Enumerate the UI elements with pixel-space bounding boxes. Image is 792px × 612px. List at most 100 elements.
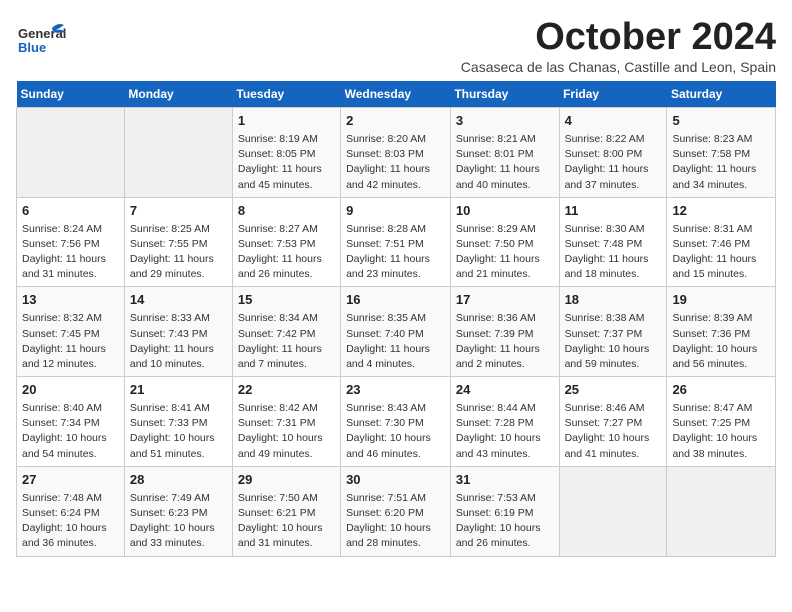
calendar-table: Sunday Monday Tuesday Wednesday Thursday… bbox=[16, 81, 776, 557]
sunset-info: Sunset: 6:21 PM bbox=[238, 506, 335, 521]
sunrise-info: Sunrise: 8:20 AM bbox=[346, 132, 445, 147]
calendar-cell bbox=[124, 108, 232, 198]
day-number: 23 bbox=[346, 381, 445, 400]
calendar-cell: 22Sunrise: 8:42 AMSunset: 7:31 PMDayligh… bbox=[232, 377, 340, 467]
sunrise-info: Sunrise: 8:46 AM bbox=[565, 401, 662, 416]
daylight-info: Daylight: 11 hours and 34 minutes. bbox=[672, 162, 770, 192]
sunrise-info: Sunrise: 8:39 AM bbox=[672, 311, 770, 326]
daylight-info: Daylight: 10 hours and 26 minutes. bbox=[456, 521, 554, 551]
calendar-cell: 17Sunrise: 8:36 AMSunset: 7:39 PMDayligh… bbox=[450, 287, 559, 377]
col-sunday: Sunday bbox=[17, 81, 125, 108]
col-wednesday: Wednesday bbox=[341, 81, 451, 108]
sunrise-info: Sunrise: 8:33 AM bbox=[130, 311, 227, 326]
col-thursday: Thursday bbox=[450, 81, 559, 108]
calendar-cell: 13Sunrise: 8:32 AMSunset: 7:45 PMDayligh… bbox=[17, 287, 125, 377]
day-number: 17 bbox=[456, 291, 554, 310]
calendar-cell bbox=[17, 108, 125, 198]
daylight-info: Daylight: 11 hours and 4 minutes. bbox=[346, 342, 445, 372]
sunset-info: Sunset: 7:53 PM bbox=[238, 237, 335, 252]
sunset-info: Sunset: 7:37 PM bbox=[565, 327, 662, 342]
sunrise-info: Sunrise: 8:32 AM bbox=[22, 311, 119, 326]
calendar-cell: 29Sunrise: 7:50 AMSunset: 6:21 PMDayligh… bbox=[232, 466, 340, 556]
day-number: 28 bbox=[130, 471, 227, 490]
sunset-info: Sunset: 7:39 PM bbox=[456, 327, 554, 342]
sunrise-info: Sunrise: 8:40 AM bbox=[22, 401, 119, 416]
day-number: 18 bbox=[565, 291, 662, 310]
sunrise-info: Sunrise: 8:44 AM bbox=[456, 401, 554, 416]
daylight-info: Daylight: 10 hours and 33 minutes. bbox=[130, 521, 227, 551]
calendar-cell: 11Sunrise: 8:30 AMSunset: 7:48 PMDayligh… bbox=[559, 197, 667, 287]
daylight-info: Daylight: 11 hours and 12 minutes. bbox=[22, 342, 119, 372]
day-number: 20 bbox=[22, 381, 119, 400]
daylight-info: Daylight: 11 hours and 2 minutes. bbox=[456, 342, 554, 372]
sunset-info: Sunset: 8:01 PM bbox=[456, 147, 554, 162]
sunrise-info: Sunrise: 8:42 AM bbox=[238, 401, 335, 416]
day-number: 27 bbox=[22, 471, 119, 490]
day-number: 16 bbox=[346, 291, 445, 310]
daylight-info: Daylight: 10 hours and 59 minutes. bbox=[565, 342, 662, 372]
logo-icon: General Blue bbox=[16, 20, 66, 64]
daylight-info: Daylight: 11 hours and 37 minutes. bbox=[565, 162, 662, 192]
calendar-cell: 28Sunrise: 7:49 AMSunset: 6:23 PMDayligh… bbox=[124, 466, 232, 556]
calendar-cell: 14Sunrise: 8:33 AMSunset: 7:43 PMDayligh… bbox=[124, 287, 232, 377]
sunset-info: Sunset: 7:43 PM bbox=[130, 327, 227, 342]
day-number: 15 bbox=[238, 291, 335, 310]
daylight-info: Daylight: 11 hours and 42 minutes. bbox=[346, 162, 445, 192]
sunset-info: Sunset: 6:24 PM bbox=[22, 506, 119, 521]
svg-text:Blue: Blue bbox=[18, 40, 46, 55]
daylight-info: Daylight: 10 hours and 46 minutes. bbox=[346, 431, 445, 461]
daylight-info: Daylight: 11 hours and 23 minutes. bbox=[346, 252, 445, 282]
daylight-info: Daylight: 11 hours and 15 minutes. bbox=[672, 252, 770, 282]
calendar-cell: 15Sunrise: 8:34 AMSunset: 7:42 PMDayligh… bbox=[232, 287, 340, 377]
calendar-cell: 27Sunrise: 7:48 AMSunset: 6:24 PMDayligh… bbox=[17, 466, 125, 556]
daylight-info: Daylight: 11 hours and 18 minutes. bbox=[565, 252, 662, 282]
day-number: 10 bbox=[456, 202, 554, 221]
sunrise-info: Sunrise: 8:22 AM bbox=[565, 132, 662, 147]
daylight-info: Daylight: 10 hours and 36 minutes. bbox=[22, 521, 119, 551]
daylight-info: Daylight: 11 hours and 31 minutes. bbox=[22, 252, 119, 282]
sunrise-info: Sunrise: 8:34 AM bbox=[238, 311, 335, 326]
calendar-cell: 18Sunrise: 8:38 AMSunset: 7:37 PMDayligh… bbox=[559, 287, 667, 377]
sunrise-info: Sunrise: 7:48 AM bbox=[22, 491, 119, 506]
calendar-cell: 3Sunrise: 8:21 AMSunset: 8:01 PMDaylight… bbox=[450, 108, 559, 198]
day-number: 1 bbox=[238, 112, 335, 131]
calendar-row: 6Sunrise: 8:24 AMSunset: 7:56 PMDaylight… bbox=[17, 197, 776, 287]
sunset-info: Sunset: 7:25 PM bbox=[672, 416, 770, 431]
sunrise-info: Sunrise: 8:38 AM bbox=[565, 311, 662, 326]
daylight-info: Daylight: 11 hours and 7 minutes. bbox=[238, 342, 335, 372]
day-number: 24 bbox=[456, 381, 554, 400]
sunset-info: Sunset: 7:46 PM bbox=[672, 237, 770, 252]
daylight-info: Daylight: 11 hours and 45 minutes. bbox=[238, 162, 335, 192]
day-number: 26 bbox=[672, 381, 770, 400]
sunset-info: Sunset: 8:05 PM bbox=[238, 147, 335, 162]
sunrise-info: Sunrise: 8:30 AM bbox=[565, 222, 662, 237]
day-number: 13 bbox=[22, 291, 119, 310]
calendar-cell: 10Sunrise: 8:29 AMSunset: 7:50 PMDayligh… bbox=[450, 197, 559, 287]
sunrise-info: Sunrise: 7:50 AM bbox=[238, 491, 335, 506]
sunset-info: Sunset: 7:50 PM bbox=[456, 237, 554, 252]
day-number: 8 bbox=[238, 202, 335, 221]
daylight-info: Daylight: 11 hours and 21 minutes. bbox=[456, 252, 554, 282]
daylight-info: Daylight: 10 hours and 56 minutes. bbox=[672, 342, 770, 372]
sunrise-info: Sunrise: 7:51 AM bbox=[346, 491, 445, 506]
calendar-cell: 23Sunrise: 8:43 AMSunset: 7:30 PMDayligh… bbox=[341, 377, 451, 467]
sunset-info: Sunset: 6:23 PM bbox=[130, 506, 227, 521]
sunrise-info: Sunrise: 8:25 AM bbox=[130, 222, 227, 237]
calendar-cell bbox=[667, 466, 776, 556]
daylight-info: Daylight: 11 hours and 40 minutes. bbox=[456, 162, 554, 192]
calendar-row: 27Sunrise: 7:48 AMSunset: 6:24 PMDayligh… bbox=[17, 466, 776, 556]
sunset-info: Sunset: 7:58 PM bbox=[672, 147, 770, 162]
calendar-cell: 4Sunrise: 8:22 AMSunset: 8:00 PMDaylight… bbox=[559, 108, 667, 198]
day-number: 3 bbox=[456, 112, 554, 131]
calendar-cell: 25Sunrise: 8:46 AMSunset: 7:27 PMDayligh… bbox=[559, 377, 667, 467]
month-title: October 2024 bbox=[461, 16, 776, 59]
calendar-cell: 16Sunrise: 8:35 AMSunset: 7:40 PMDayligh… bbox=[341, 287, 451, 377]
sunrise-info: Sunrise: 8:27 AM bbox=[238, 222, 335, 237]
calendar-cell: 12Sunrise: 8:31 AMSunset: 7:46 PMDayligh… bbox=[667, 197, 776, 287]
day-number: 11 bbox=[565, 202, 662, 221]
sunset-info: Sunset: 7:55 PM bbox=[130, 237, 227, 252]
calendar-row: 1Sunrise: 8:19 AMSunset: 8:05 PMDaylight… bbox=[17, 108, 776, 198]
daylight-info: Daylight: 11 hours and 29 minutes. bbox=[130, 252, 227, 282]
sunrise-info: Sunrise: 8:47 AM bbox=[672, 401, 770, 416]
daylight-info: Daylight: 10 hours and 41 minutes. bbox=[565, 431, 662, 461]
